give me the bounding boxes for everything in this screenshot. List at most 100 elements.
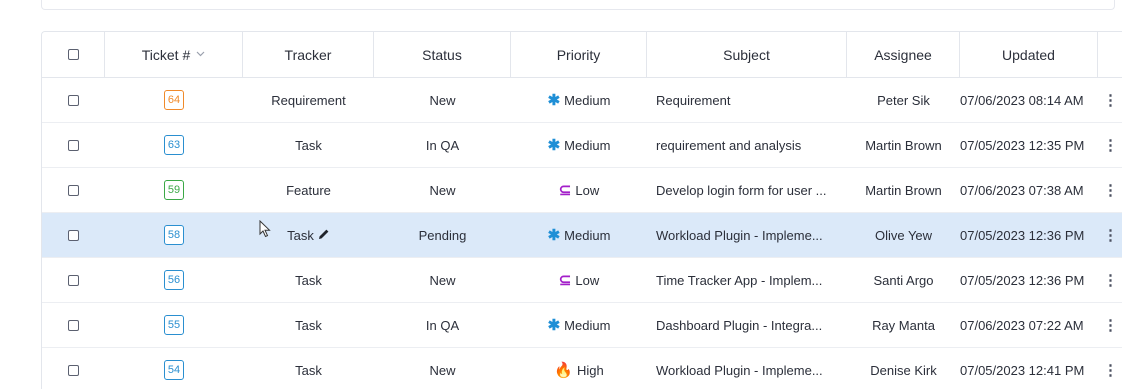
top-panel xyxy=(41,0,1115,10)
row-checkbox-cell xyxy=(42,303,105,347)
header-assignee[interactable]: Assignee xyxy=(847,32,960,77)
updated-value: 07/05/2023 12:35 PM xyxy=(960,137,1085,153)
table-row[interactable]: 54 Task New 🔥 High Workload Plugin - Imp… xyxy=(42,348,1122,389)
header-ticket[interactable]: Ticket # xyxy=(105,32,243,77)
ticket-number-badge[interactable]: 64 xyxy=(164,90,184,110)
low-priority-icon: ⊆ xyxy=(558,271,572,289)
ticket-cell: 59 xyxy=(105,168,243,212)
ticket-number-badge[interactable]: 55 xyxy=(164,315,184,335)
select-all-checkbox[interactable] xyxy=(67,49,79,60)
status-value: New xyxy=(429,272,456,288)
updated-value: 07/06/2023 07:22 AM xyxy=(960,317,1084,333)
ticket-cell: 58 xyxy=(105,213,243,257)
ticket-cell: 56 xyxy=(105,258,243,302)
row-checkbox-cell xyxy=(42,213,105,257)
subject-link[interactable]: Develop login form for user ... xyxy=(647,168,847,212)
row-actions[interactable]: ⋮ xyxy=(1098,213,1122,257)
ticket-number-badge[interactable]: 58 xyxy=(164,225,184,245)
header-checkbox-cell xyxy=(42,32,105,77)
updated-value: 07/06/2023 08:14 AM xyxy=(960,92,1084,108)
kebab-menu-icon[interactable]: ⋮ xyxy=(1103,316,1118,334)
tracker-value: Task xyxy=(295,317,322,333)
priority-value: ⊆ Low xyxy=(559,273,599,288)
kebab-menu-icon[interactable]: ⋮ xyxy=(1103,181,1118,199)
assignee-value: Santi Argo xyxy=(873,272,934,288)
issues-table: Ticket # Tracker Status Priority Subject… xyxy=(41,31,1122,389)
status-value: In QA xyxy=(425,317,460,333)
kebab-menu-icon[interactable]: ⋮ xyxy=(1103,226,1118,244)
table-row[interactable]: 63 Task In QA ✱ Medium requirement and a… xyxy=(42,123,1122,168)
row-checkbox[interactable] xyxy=(68,184,79,196)
row-checkbox[interactable] xyxy=(68,139,79,151)
priority-label: Low xyxy=(575,182,600,198)
priority-cell: 🔥 High xyxy=(511,348,647,389)
ticket-number-badge[interactable]: 59 xyxy=(164,180,184,200)
row-checkbox-cell xyxy=(42,78,105,122)
assignee-value: Martin Brown xyxy=(865,182,942,198)
snowflake-icon: ✱ xyxy=(547,226,561,244)
table-row[interactable]: 64 Requirement New ✱ Medium Requirement … xyxy=(42,78,1122,123)
subject-link[interactable]: Requirement xyxy=(647,78,847,122)
header-subject[interactable]: Subject xyxy=(647,32,847,77)
tracker-value: Task xyxy=(287,227,314,243)
row-checkbox-cell xyxy=(42,123,105,167)
tracker-cell: Feature xyxy=(243,168,374,212)
subject-link[interactable]: Workload Plugin - Impleme... xyxy=(647,348,847,389)
table-row[interactable]: 56 Task New ⊆ Low Time Tracker App - Imp… xyxy=(42,258,1122,303)
updated-value: 07/05/2023 12:36 PM xyxy=(960,272,1085,288)
table-row[interactable]: 59 Feature New ⊆ Low Develop login form … xyxy=(42,168,1122,213)
priority-cell: ✱ Medium xyxy=(511,123,647,167)
row-checkbox[interactable] xyxy=(68,319,79,331)
row-checkbox[interactable] xyxy=(68,274,79,286)
pencil-icon[interactable] xyxy=(318,228,330,243)
assignee-value: Martin Brown xyxy=(865,137,942,153)
snowflake-icon: ✱ xyxy=(547,136,561,154)
table-row[interactable]: 58 Task Pending ✱ Medium Workload Plugin… xyxy=(42,213,1122,258)
header-status[interactable]: Status xyxy=(374,32,511,77)
row-actions[interactable]: ⋮ xyxy=(1098,258,1122,302)
tracker-value: Task xyxy=(295,272,322,288)
header-updated[interactable]: Updated xyxy=(960,32,1098,77)
row-actions[interactable]: ⋮ xyxy=(1098,168,1122,212)
row-actions[interactable]: ⋮ xyxy=(1098,303,1122,347)
priority-cell: ✱ Medium xyxy=(511,303,647,347)
table-row[interactable]: 55 Task In QA ✱ Medium Dashboard Plugin … xyxy=(42,303,1122,348)
priority-label: Medium xyxy=(564,92,611,108)
kebab-menu-icon[interactable]: ⋮ xyxy=(1103,361,1118,379)
subject-link[interactable]: Time Tracker App - Implem... xyxy=(647,258,847,302)
header-priority[interactable]: Priority xyxy=(511,32,647,77)
updated-value: 07/05/2023 12:36 PM xyxy=(960,227,1085,243)
ticket-cell: 63 xyxy=(105,123,243,167)
kebab-menu-icon[interactable]: ⋮ xyxy=(1103,136,1118,154)
chevron-down-icon[interactable] xyxy=(196,49,205,60)
tracker-value: Task xyxy=(295,362,322,378)
status-value: Pending xyxy=(418,227,467,243)
row-actions[interactable]: ⋮ xyxy=(1098,78,1122,122)
row-checkbox[interactable] xyxy=(68,94,79,106)
kebab-menu-icon[interactable]: ⋮ xyxy=(1103,271,1118,289)
kebab-menu-icon[interactable]: ⋮ xyxy=(1103,91,1118,109)
tracker-cell: Requirement xyxy=(243,78,374,122)
ticket-number-badge[interactable]: 63 xyxy=(164,135,184,155)
mouse-cursor-icon xyxy=(259,219,271,241)
header-ticket-label: Ticket # xyxy=(141,46,191,63)
header-tracker[interactable]: Tracker xyxy=(243,32,374,77)
status-value: New xyxy=(429,92,456,108)
assignee-value: Denise Kirk xyxy=(870,362,937,378)
row-checkbox[interactable] xyxy=(68,364,79,376)
subject-link[interactable]: requirement and analysis xyxy=(647,123,847,167)
subject-link[interactable]: Workload Plugin - Impleme... xyxy=(647,213,847,257)
row-actions[interactable]: ⋮ xyxy=(1098,348,1122,389)
row-checkbox[interactable] xyxy=(68,229,79,241)
ticket-number-badge[interactable]: 54 xyxy=(164,360,184,380)
row-actions[interactable]: ⋮ xyxy=(1098,123,1122,167)
tracker-cell: Task xyxy=(243,348,374,389)
priority-label: Medium xyxy=(564,137,611,153)
ticket-number-badge[interactable]: 56 xyxy=(164,270,184,290)
status-value: New xyxy=(429,182,456,198)
priority-cell: ✱ Medium xyxy=(511,213,647,257)
row-checkbox-cell xyxy=(42,168,105,212)
tracker-cell: Task xyxy=(243,123,374,167)
subject-link[interactable]: Dashboard Plugin - Integra... xyxy=(647,303,847,347)
priority-label: Medium xyxy=(564,317,611,333)
